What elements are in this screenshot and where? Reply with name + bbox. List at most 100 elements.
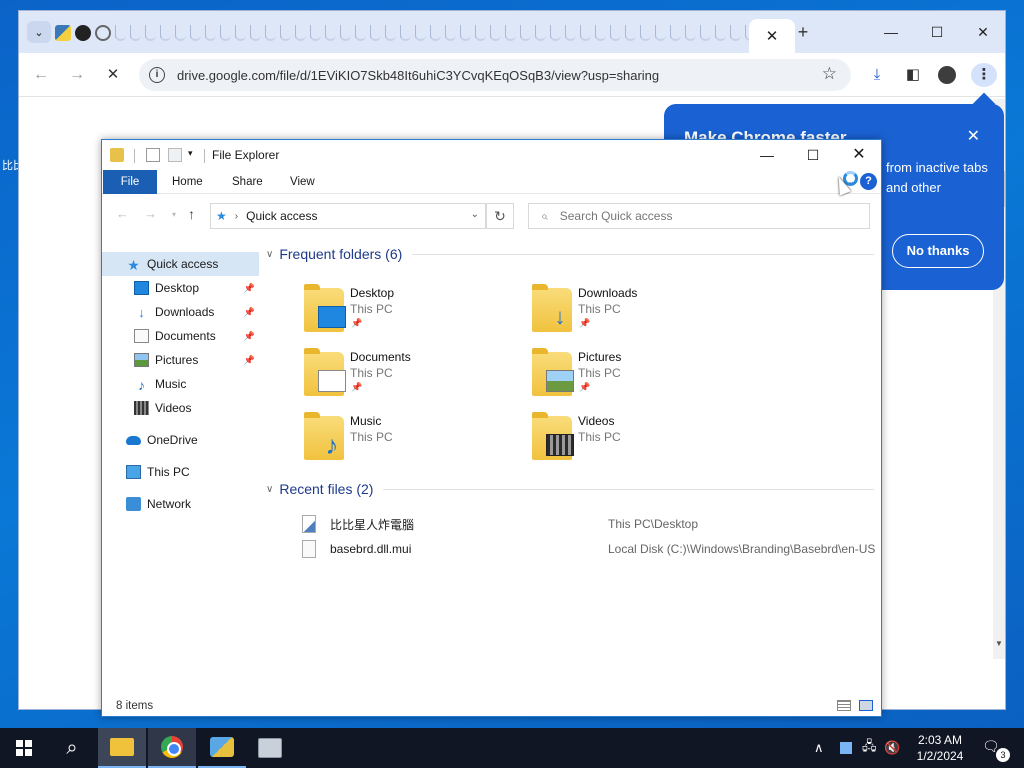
explorer-close-button[interactable]: ✕ xyxy=(836,142,882,168)
pinned-tab[interactable] xyxy=(205,25,216,41)
tab-search-button[interactable]: ⌄ xyxy=(27,21,51,43)
nav-item-music[interactable]: ♪ Music xyxy=(102,372,259,396)
pinned-tab[interactable] xyxy=(520,25,531,41)
pinned-tab[interactable] xyxy=(130,25,141,41)
customize-qat-icon[interactable]: ▾ xyxy=(188,148,193,159)
pinned-tab[interactable] xyxy=(505,25,516,41)
taskbar-chrome[interactable] xyxy=(148,728,196,768)
github-favicon-icon[interactable] xyxy=(75,25,91,41)
recent-locations-icon[interactable]: ▾ xyxy=(172,210,176,219)
details-view-icon[interactable] xyxy=(837,700,851,711)
explorer-back-icon[interactable]: ← xyxy=(116,206,129,221)
chrome-close-button[interactable]: ✕ xyxy=(963,19,1003,45)
pinned-tab[interactable] xyxy=(160,25,171,41)
pinned-tab[interactable] xyxy=(685,25,696,41)
new-folder-icon[interactable] xyxy=(168,148,182,162)
pinned-tab[interactable] xyxy=(235,25,246,41)
pinned-tab[interactable] xyxy=(700,25,711,41)
tab-home[interactable]: Home xyxy=(160,170,215,194)
refresh-button[interactable]: ↻ xyxy=(486,203,514,229)
properties-icon[interactable] xyxy=(146,148,160,162)
promo-close-icon[interactable]: ✕ xyxy=(967,126,980,146)
bookmark-star-icon[interactable]: ☆ xyxy=(822,64,837,84)
pinned-tab[interactable] xyxy=(310,25,321,41)
back-button[interactable]: ← xyxy=(29,63,53,87)
tray-app-icon[interactable] xyxy=(840,728,852,768)
nav-item-onedrive[interactable]: OneDrive xyxy=(102,428,259,452)
pinned-tab[interactable] xyxy=(460,25,471,41)
pin-icon[interactable]: 📌 xyxy=(244,283,255,294)
pinned-tab[interactable] xyxy=(445,25,456,41)
scroll-down-arrow-icon[interactable]: ▼ xyxy=(993,639,1005,651)
folder-tile-documents[interactable]: Documents This PC 📌 xyxy=(266,348,486,410)
pinned-tab[interactable] xyxy=(250,25,261,41)
pinned-tab[interactable] xyxy=(475,25,486,41)
side-panel-icon[interactable]: ◧ xyxy=(901,63,925,87)
folder-tile-pictures[interactable]: Pictures This PC 📌 xyxy=(494,348,714,410)
large-icons-view-icon[interactable] xyxy=(859,700,873,711)
active-tab[interactable]: ✕ xyxy=(749,19,795,53)
pinned-tab[interactable] xyxy=(580,25,591,41)
pinned-tab[interactable] xyxy=(355,25,366,41)
folder-tile-music[interactable]: ♪ Music This PC xyxy=(266,412,486,474)
breadcrumb-chevron-icon[interactable]: › xyxy=(235,211,238,222)
pinned-tab[interactable] xyxy=(535,25,546,41)
pinned-tab[interactable] xyxy=(265,25,276,41)
taskbar-app-window[interactable] xyxy=(246,728,294,768)
address-location[interactable]: Quick access xyxy=(246,209,317,223)
pinned-tab[interactable] xyxy=(610,25,621,41)
tab-file[interactable]: File xyxy=(103,170,157,194)
tab-share[interactable]: Share xyxy=(220,170,275,194)
tab-close-icon[interactable]: ✕ xyxy=(766,27,779,45)
network-tray-icon[interactable]: 🖧 xyxy=(862,728,877,768)
pinned-tab[interactable] xyxy=(400,25,411,41)
pinned-tab[interactable] xyxy=(640,25,651,41)
folder-tile-downloads[interactable]: ↓ Downloads This PC 📌 xyxy=(494,284,714,346)
pinned-tab[interactable] xyxy=(115,25,126,41)
address-bar[interactable]: ★ › Quick access ⌄ xyxy=(210,203,486,229)
stop-loading-button[interactable]: ✕ xyxy=(101,63,125,87)
nav-item-downloads[interactable]: ↓ Downloads 📌 xyxy=(102,300,259,324)
pin-icon[interactable]: 📌 xyxy=(244,307,255,318)
pinned-tab[interactable] xyxy=(190,25,201,41)
pinned-tab[interactable] xyxy=(655,25,666,41)
url-text[interactable]: drive.google.com/file/d/1EViKIO7Skb48It6… xyxy=(177,68,659,83)
show-hidden-icons[interactable]: ∧ xyxy=(814,728,824,768)
pinned-tab[interactable] xyxy=(415,25,426,41)
address-dropdown-icon[interactable]: ⌄ xyxy=(471,209,479,220)
start-button[interactable] xyxy=(0,728,48,768)
search-input[interactable]: ⌕ Search Quick access xyxy=(528,203,870,229)
chrome-maximize-button[interactable]: ☐ xyxy=(917,19,957,45)
pinned-tab[interactable] xyxy=(595,25,606,41)
new-tab-button[interactable]: + xyxy=(791,21,815,43)
pinned-tab[interactable] xyxy=(280,25,291,41)
omnibox[interactable]: i drive.google.com/file/d/1EViKIO7Skb48I… xyxy=(139,59,851,91)
recent-file-row[interactable]: 比比星人炸電腦 This PC\Desktop xyxy=(302,512,882,536)
download-icon[interactable]: ⤓ xyxy=(865,63,889,87)
tab-strip[interactable] xyxy=(55,20,749,46)
chrome-menu-icon[interactable]: ⋮ xyxy=(971,63,997,87)
loading-favicon-icon[interactable] xyxy=(95,25,111,41)
nav-item-documents[interactable]: Documents 📌 xyxy=(102,324,259,348)
taskbar-file-explorer[interactable] xyxy=(98,728,146,768)
no-thanks-button[interactable]: No thanks xyxy=(892,234,984,268)
pinned-tab[interactable] xyxy=(175,25,186,41)
pinned-tab[interactable] xyxy=(325,25,336,41)
taskbar-app-script[interactable] xyxy=(198,728,246,768)
pinned-tab[interactable] xyxy=(385,25,396,41)
nav-item-this-pc[interactable]: This PC xyxy=(102,460,259,484)
pinned-tab[interactable] xyxy=(340,25,351,41)
tab-view[interactable]: View xyxy=(278,170,327,194)
collapse-chevron-icon[interactable]: ∨ xyxy=(266,484,273,495)
up-folder-icon[interactable]: ↑ xyxy=(188,206,195,222)
explorer-forward-icon[interactable]: → xyxy=(144,206,157,221)
nav-item-network[interactable]: Network xyxy=(102,492,259,516)
pinned-tab[interactable] xyxy=(550,25,561,41)
recent-files-header[interactable]: ∨ Recent files (2) xyxy=(266,481,874,497)
explorer-minimize-button[interactable]: — xyxy=(744,142,790,168)
folder-tile-desktop[interactable]: Desktop This PC 📌 xyxy=(266,284,486,346)
volume-muted-icon[interactable]: 🔇 xyxy=(884,728,900,768)
pinned-tab[interactable] xyxy=(370,25,381,41)
nav-item-desktop[interactable]: Desktop 📌 xyxy=(102,276,259,300)
site-info-icon[interactable]: i xyxy=(149,67,165,83)
